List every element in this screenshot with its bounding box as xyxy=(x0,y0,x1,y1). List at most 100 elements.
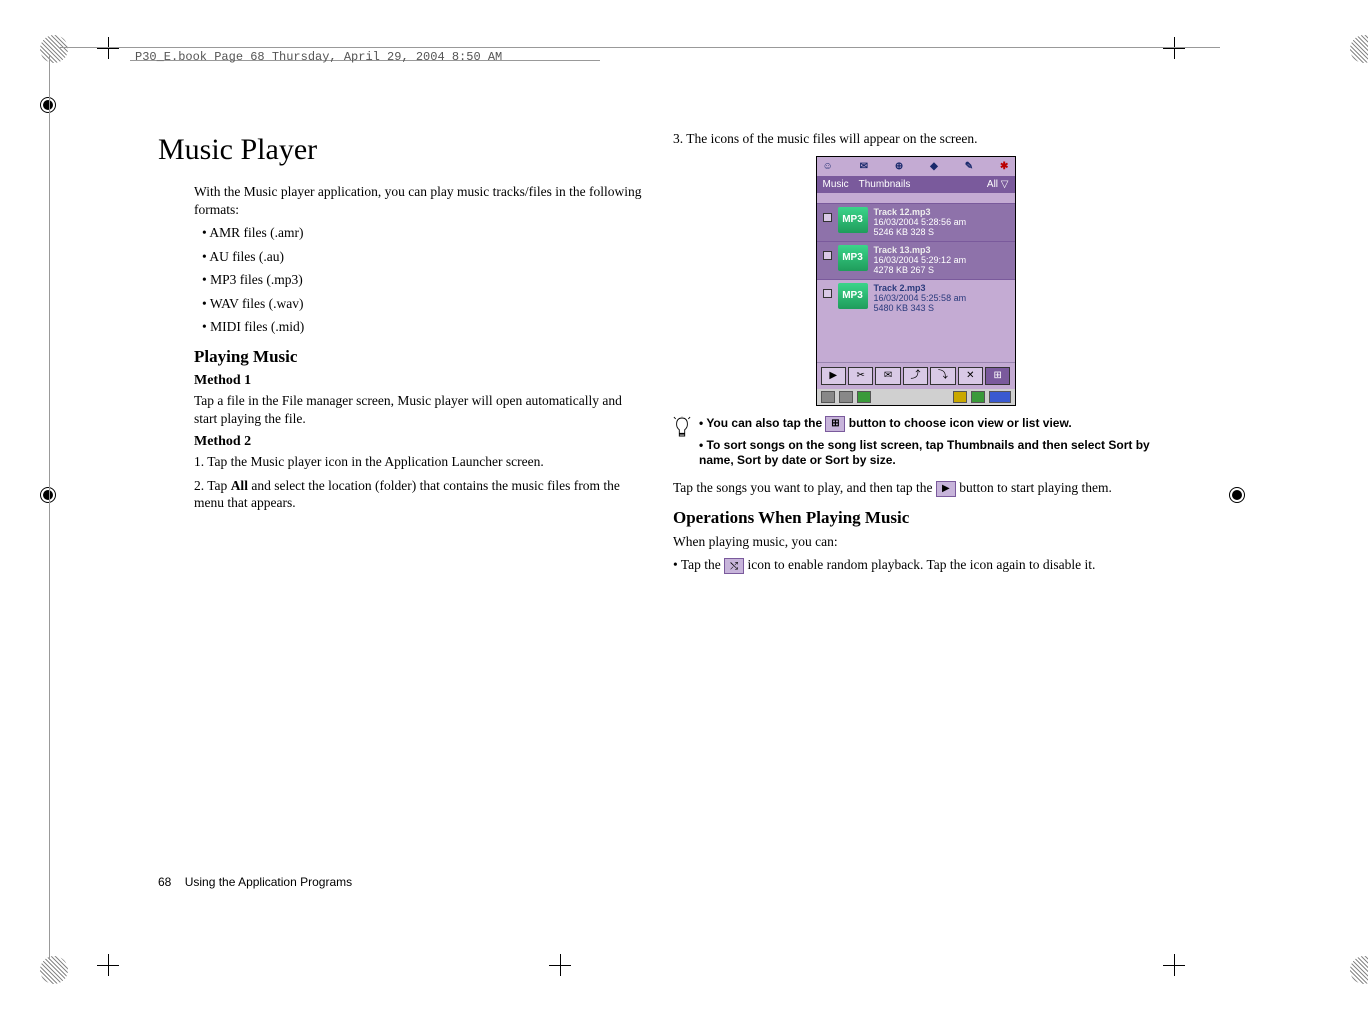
registration-circle-icon xyxy=(40,487,56,503)
tip-2: • To sort songs on the song list screen,… xyxy=(699,438,1158,469)
phone-spacer xyxy=(817,317,1015,362)
lightbulb-icon xyxy=(673,416,691,443)
tab-thumbnails: Thumbnails xyxy=(859,178,911,191)
tip-body: • You can also tap the ⊞ button to choos… xyxy=(699,416,1158,475)
bold-all: All xyxy=(231,478,248,493)
tray-nav-icon: ◆ xyxy=(930,160,938,173)
cut-icon: ✂ xyxy=(848,367,873,385)
page-number: 68 xyxy=(158,875,171,889)
intro-text: With the Music player application, you c… xyxy=(194,183,643,218)
phone-tab-row: Music Thumbnails All ▽ xyxy=(817,176,1015,193)
play-button-icon: ▶ xyxy=(821,367,846,385)
text-fragment: button to start playing them. xyxy=(956,480,1112,495)
track-row: MP3 Track 12.mp3 16/03/2004 5:28:56 am 5… xyxy=(817,203,1015,241)
printers-mark-icon xyxy=(40,35,68,63)
op-random: • Tap the ⤭ icon to enable random playba… xyxy=(673,556,1158,574)
delete-icon: ✕ xyxy=(958,367,983,385)
track-size: 4278 KB 267 S xyxy=(874,265,935,275)
mail-icon: ✉ xyxy=(875,367,900,385)
play-instruction: Tap the songs you want to play, and then… xyxy=(673,479,1158,497)
footer-section: Using the Application Programs xyxy=(185,875,352,889)
registration-circle-icon xyxy=(40,97,56,113)
printers-mark-icon xyxy=(1350,956,1368,984)
clock-icon xyxy=(971,391,985,403)
text-fragment: Tap the songs you want to play, and then… xyxy=(673,480,936,495)
track-title: Track 2.mp3 xyxy=(874,283,926,293)
track-checkbox xyxy=(823,289,832,298)
tray-apps-icon: ✱ xyxy=(1000,160,1008,173)
guide-line xyxy=(60,47,1220,48)
mp3-icon: MP3 xyxy=(838,207,868,233)
phone-toolbar: ▶ ✂ ✉ ⤴ ⤵ ✕ ⊞ xyxy=(817,362,1015,389)
text-fragment: • You can also tap the xyxy=(699,416,825,430)
track-date: 16/03/2004 5:28:56 am xyxy=(874,217,967,227)
text-fragment: 2. Tap xyxy=(194,478,231,493)
format-item: • WAV files (.wav) xyxy=(202,295,643,313)
tray-browser-icon: ⊕ xyxy=(895,160,903,173)
battery-icon xyxy=(989,391,1011,403)
registration-circle-icon xyxy=(1229,487,1245,503)
track-title: Track 12.mp3 xyxy=(874,207,931,217)
track-size: 5480 KB 343 S xyxy=(874,303,935,313)
globe-icon xyxy=(857,391,871,403)
method-1-text: Tap a file in the File manager screen, M… xyxy=(194,392,643,427)
format-item: • MP3 files (.mp3) xyxy=(202,271,643,289)
method-2-step-2: 2. Tap All and select the location (fold… xyxy=(194,477,643,512)
guide-line xyxy=(49,55,50,960)
signal-icon xyxy=(821,391,835,403)
track-date: 16/03/2004 5:29:12 am xyxy=(874,255,967,265)
text-fragment: and select the location (folder) that co… xyxy=(194,478,620,511)
grid-view-icon: ⊞ xyxy=(825,416,845,432)
tip-block: • You can also tap the ⊞ button to choos… xyxy=(673,416,1158,475)
track-meta: Track 13.mp3 16/03/2004 5:29:12 am 4278 … xyxy=(874,245,967,276)
printers-mark-icon xyxy=(40,956,68,984)
play-icon: ▶ xyxy=(936,481,956,497)
track-size: 5246 KB 328 S xyxy=(874,227,935,237)
phone-status-bar xyxy=(817,389,1015,405)
page-content: Music Player With the Music player appli… xyxy=(158,130,1158,580)
tab-music: Music xyxy=(823,178,849,191)
tray-edit-icon: ✎ xyxy=(965,160,973,173)
phone-spacer xyxy=(817,193,1015,203)
text-fragment: button to choose icon view or list view. xyxy=(845,416,1071,430)
move-icon: ⤴ xyxy=(903,367,928,385)
shuffle-icon: ⤭ xyxy=(724,558,744,574)
subheading-operations: Operations When Playing Music xyxy=(673,507,1158,529)
printers-mark-icon xyxy=(1350,35,1368,63)
right-column: 3. The icons of the music files will app… xyxy=(673,130,1158,580)
left-column: Music Player With the Music player appli… xyxy=(158,130,643,580)
format-item: • AU files (.au) xyxy=(202,248,643,266)
ops-intro: When playing music, you can: xyxy=(673,533,1158,551)
page-title: Music Player xyxy=(158,130,643,169)
track-row: MP3 Track 13.mp3 16/03/2004 5:29:12 am 4… xyxy=(817,241,1015,279)
subheading-method-1: Method 1 xyxy=(194,372,643,390)
view-toggle-icon: ⊞ xyxy=(985,367,1010,385)
text-fragment: icon to enable random playback. Tap the … xyxy=(744,557,1095,572)
track-date: 16/03/2004 5:25:58 am xyxy=(874,293,967,303)
format-item: • AMR files (.amr) xyxy=(202,224,643,242)
running-header: P30_E.book Page 68 Thursday, April 29, 2… xyxy=(135,50,502,64)
phone-screenshot: ☺ ✉ ⊕ ◆ ✎ ✱ Music Thumbnails All ▽ MP3 T… xyxy=(816,156,1016,406)
track-checkbox xyxy=(823,213,832,222)
page-footer: 68 Using the Application Programs xyxy=(158,875,352,889)
mp3-icon: MP3 xyxy=(838,283,868,309)
dropdown-all: All ▽ xyxy=(987,178,1009,191)
method-2-step-1: 1. Tap the Music player icon in the Appl… xyxy=(194,453,643,471)
phone-system-tray: ☺ ✉ ⊕ ◆ ✎ ✱ xyxy=(817,157,1015,176)
tray-mail-icon: ✉ xyxy=(860,160,868,173)
track-meta: Track 2.mp3 16/03/2004 5:25:58 am 5480 K… xyxy=(874,283,967,314)
keyboard-icon xyxy=(839,391,853,403)
copy-icon: ⤵ xyxy=(930,367,955,385)
subheading-method-2: Method 2 xyxy=(194,433,643,451)
track-meta: Track 12.mp3 16/03/2004 5:28:56 am 5246 … xyxy=(874,207,967,238)
format-item: • MIDI files (.mid) xyxy=(202,318,643,336)
tip-1: • You can also tap the ⊞ button to choos… xyxy=(699,416,1158,432)
track-row: MP3 Track 2.mp3 16/03/2004 5:25:58 am 54… xyxy=(817,279,1015,317)
status-spacer xyxy=(875,391,949,403)
track-checkbox xyxy=(823,251,832,260)
tray-contacts-icon: ☺ xyxy=(823,160,833,173)
text-fragment: • Tap the xyxy=(673,557,724,572)
subheading-playing-music: Playing Music xyxy=(194,346,643,368)
step-3-text: 3. The icons of the music files will app… xyxy=(673,130,1158,148)
mp3-icon: MP3 xyxy=(838,245,868,271)
